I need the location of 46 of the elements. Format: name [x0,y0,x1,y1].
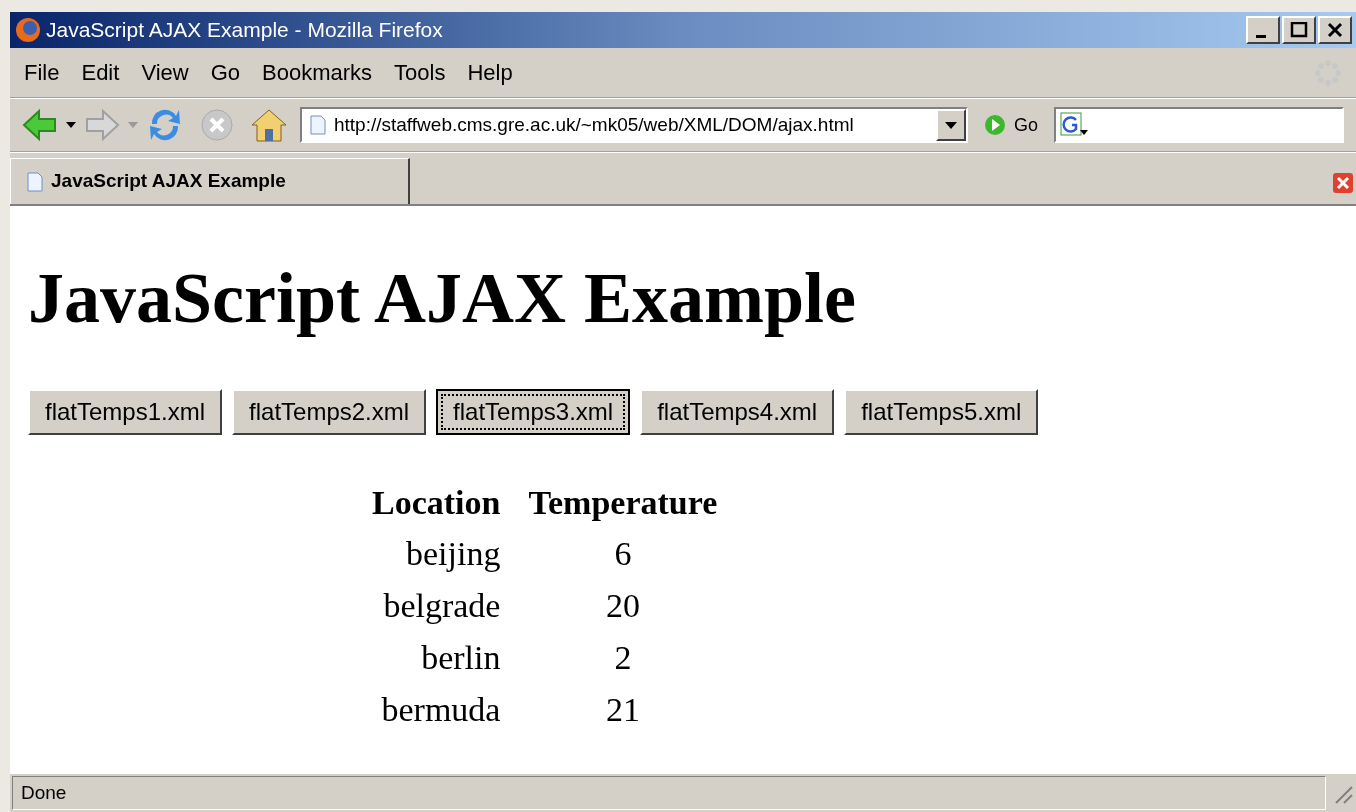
table-cell-text: 2 [613,638,633,678]
window-title: JavaScript AJAX Example - Mozilla Firefox [46,17,443,44]
menu-item[interactable]: Go [210,56,241,89]
minimize-icon [1256,34,1266,38]
file-button[interactable]: flatTemps5.xml [844,389,1039,435]
table-cell-text: belgrade [382,586,502,626]
go-button[interactable]: Go [984,111,1038,139]
play-icon [984,114,1006,136]
file-button[interactable]: flatTemps1.xml [28,389,223,435]
browser-logo-icon [14,16,42,44]
menu-item[interactable]: File [24,56,60,89]
column-header: Temperature [527,483,719,523]
caret-icon [945,121,957,129]
status-bar: Done [12,776,1326,810]
table-cell-text: 6 [613,534,633,574]
dropdown-caret-icon[interactable] [66,122,76,128]
address-dropdown-button[interactable] [936,109,966,141]
menu-item[interactable]: Bookmarks [262,56,373,89]
address-field[interactable]: http://staffweb.cms.gre.ac.uk/~mk05/web/XML/DOM/ajax.html [300,107,968,143]
stop-icon[interactable] [200,108,234,142]
maximize-icon [1290,22,1308,38]
page-icon [27,171,43,192]
home-icon[interactable] [250,107,288,143]
column-header: Location [371,483,502,523]
table-cell-text: 21 [604,690,641,730]
menu-item[interactable]: Help [467,56,513,89]
menu-item[interactable]: View [141,56,189,89]
close-icon [1326,22,1344,38]
close-button[interactable] [1318,16,1352,44]
file-button[interactable]: flatTemps2.xml [232,389,427,435]
search-field[interactable] [1054,107,1344,143]
close-tab-icon[interactable] [1332,172,1354,194]
table-cell-text: berlin [420,638,502,678]
page-icon [310,115,326,135]
table-cell-text: 20 [604,586,641,626]
file-button[interactable]: flatTemps3.xml [436,389,631,435]
browser-tab[interactable]: JavaScript AJAX Example [10,158,410,204]
maximize-button[interactable] [1282,16,1316,44]
table-cell-text: beijing [405,534,502,574]
table-cell-text: bermuda [380,690,502,730]
menu-item[interactable]: Tools [394,56,446,89]
search-engine-icon [1060,112,1088,138]
file-button[interactable]: flatTemps4.xml [640,389,835,435]
back-button[interactable] [22,108,58,142]
minimize-button[interactable] [1246,16,1280,44]
menu-item[interactable]: Edit [81,56,120,89]
